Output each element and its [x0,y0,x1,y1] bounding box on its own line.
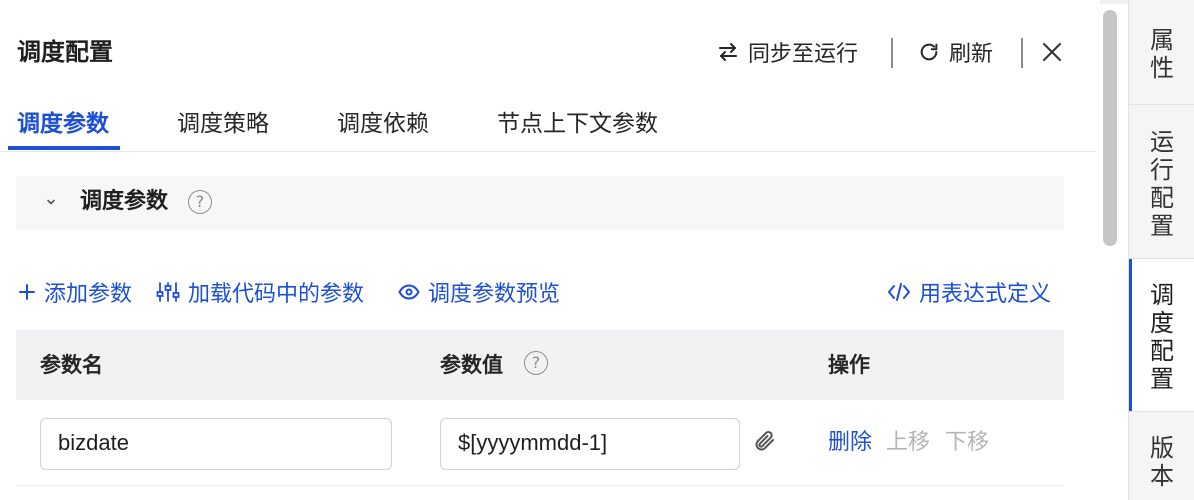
sync-to-run-button[interactable]: 同步至运行 [716,36,858,68]
table-row: bizdate $[yyyymmdd-1] 删除 上移 下移 [16,400,1064,486]
add-param-button[interactable]: 添加参数 [18,276,132,308]
tab-node-context-params[interactable]: 节点上下文参数 [497,108,658,152]
preview-params-label: 调度参数预览 [428,282,561,307]
sidebar-item-label: 属 [1150,26,1174,54]
sidebar-item-properties[interactable]: 属 性 [1129,26,1194,112]
toolbar-divider [1021,38,1023,68]
sidebar-divider [1129,411,1194,412]
sidebar-item-label: 版 [1150,434,1174,462]
refresh-icon [920,43,938,61]
sync-arrows-icon [719,43,737,61]
sidebar-item-label: 置 [1150,212,1174,240]
preview-params-button[interactable]: 调度参数预览 [398,276,560,308]
define-by-expression-label: 用表达式定义 [919,282,1052,307]
tab-bar: 调度参数 调度策略 调度依赖 节点上下文参数 [0,108,1096,152]
close-icon[interactable] [1041,41,1063,63]
paperclip-icon[interactable] [752,428,778,454]
sidebar-active-indicator [1129,259,1132,411]
sidebar-item-label: 调 [1150,281,1174,309]
sidebar-item-label: 配 [1150,337,1174,365]
sidebar-item-label: 行 [1150,156,1174,184]
params-table-header: 参数名 参数值 ? 操作 [16,330,1064,400]
param-actions-bar: 添加参数 加载代码中的参数 调度参数预览 用表达式定义 [0,276,1100,308]
active-tab-indicator [8,146,120,150]
sidebar-item-label: 本 [1150,462,1174,490]
column-header-ops: 操作 [828,353,870,377]
sidebar-divider [1129,104,1194,105]
help-icon[interactable]: ? [524,351,548,375]
param-value-input[interactable]: $[yyyymmdd-1] [440,418,740,470]
plus-icon [19,284,35,300]
chevron-down-icon[interactable] [45,196,57,208]
eye-icon [398,284,420,300]
right-sidebar: 属 性 运 行 配 置 调 度 配 置 版 本 [1128,0,1194,500]
sidebar-item-label: 置 [1150,365,1174,393]
sidebar-item-schedule-config[interactable]: 调 度 配 置 [1129,259,1194,411]
define-by-expression-button[interactable]: 用表达式定义 [887,276,1051,308]
toolbar-divider [891,38,893,68]
sidebar-item-label: 度 [1150,309,1174,337]
move-up-button[interactable]: 上移 [886,428,930,458]
help-icon[interactable]: ? [188,190,212,214]
column-header-name: 参数名 [40,353,103,377]
delete-param-button[interactable]: 删除 [828,428,872,458]
panel-title: 调度配置 [17,38,113,66]
tab-schedule-dependency[interactable]: 调度依赖 [337,108,429,152]
sidebar-item-label: 运 [1150,128,1174,156]
sliders-icon [156,282,180,302]
load-params-label: 加载代码中的参数 [188,282,365,307]
sidebar-item-version[interactable]: 版 本 [1129,434,1194,500]
vertical-scrollbar[interactable] [1103,10,1117,246]
schedule-params-section-header[interactable]: 调度参数 ? [16,176,1064,230]
sidebar-item-run-config[interactable]: 运 行 配 置 [1129,128,1194,252]
column-header-value: 参数值 [440,353,503,377]
section-title: 调度参数 [80,189,169,214]
tab-schedule-policy[interactable]: 调度策略 [177,108,269,152]
load-params-from-code-button[interactable]: 加载代码中的参数 [156,276,364,308]
schedule-config-panel: 调度配置 同步至运行 刷新 调度参数 调度策略 调度依赖 节点上下文参数 调度参… [0,0,1100,500]
sidebar-item-label: 配 [1150,184,1174,212]
add-param-label: 添加参数 [44,282,133,307]
refresh-label: 刷新 [949,42,994,67]
sidebar-item-label: 性 [1150,54,1174,82]
sync-to-run-label: 同步至运行 [748,42,859,67]
move-down-button[interactable]: 下移 [945,428,989,458]
code-icon [888,283,910,301]
refresh-button[interactable]: 刷新 [918,36,993,68]
param-name-input[interactable]: bizdate [40,418,392,470]
